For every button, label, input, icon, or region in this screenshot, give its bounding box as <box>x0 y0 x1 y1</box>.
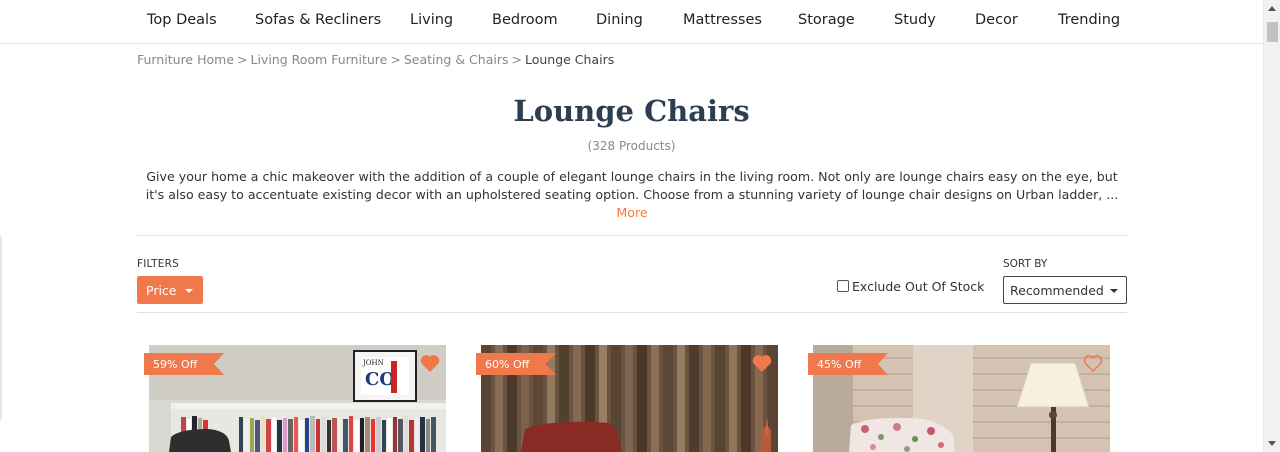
scroll-down-arrow-icon[interactable] <box>1264 435 1280 452</box>
exclude-out-of-stock-label: Exclude Out Of Stock <box>852 279 985 294</box>
nav-item-top-deals[interactable]: Top Deals <box>147 12 217 28</box>
breadcrumb: Furniture Home > Living Room Furniture > Sea… <box>137 52 614 67</box>
nav-item-sofas-recliners[interactable]: Sofas & Recliners <box>255 12 381 28</box>
price-filter-label: Price <box>146 283 177 298</box>
category-description: Give your home a chic makeover with the … <box>137 168 1127 222</box>
wishlist-heart-icon[interactable] <box>420 354 440 372</box>
discount-badge-text: 59% Off <box>153 358 198 371</box>
nav-item-trending[interactable]: Trending <box>1058 12 1120 28</box>
more-link[interactable]: More <box>616 205 647 220</box>
exclude-out-of-stock-checkbox[interactable] <box>837 280 849 292</box>
nav-item-decor[interactable]: Decor <box>975 12 1018 28</box>
top-navigation: Top Deals Sofas & Recliners Living Bedro… <box>0 0 1263 44</box>
nav-item-living[interactable]: Living <box>410 12 453 28</box>
wishlist-heart-icon[interactable] <box>752 354 772 372</box>
breadcrumb-furniture-home[interactable]: Furniture Home <box>137 52 234 67</box>
nav-item-dining[interactable]: Dining <box>596 12 643 28</box>
breadcrumb-seating-chairs[interactable]: Seating & Chairs <box>404 52 509 67</box>
discount-badge: 60% Off <box>476 353 556 375</box>
nav-item-storage[interactable]: Storage <box>798 12 855 28</box>
product-count: (328 Products) <box>587 139 676 153</box>
breadcrumb-separator: > <box>237 52 248 67</box>
divider <box>137 235 1127 236</box>
discount-badge-text: 60% Off <box>485 358 530 371</box>
filters-label: FILTERS <box>137 258 179 270</box>
caret-down-icon <box>185 289 193 293</box>
breadcrumb-separator: > <box>511 52 522 67</box>
svg-text:JOHN: JOHN <box>362 359 384 367</box>
exclude-out-of-stock-toggle[interactable]: Exclude Out Of Stock <box>837 279 984 294</box>
sort-by-select[interactable]: Recommended <box>1003 276 1127 304</box>
discount-badge-text: 45% Off <box>817 358 862 371</box>
discount-badge: 59% Off <box>144 353 224 375</box>
scroll-up-arrow-icon[interactable] <box>1264 0 1280 17</box>
sort-selected-value: Recommended <box>1010 283 1104 298</box>
breadcrumb-separator: > <box>390 52 401 67</box>
breadcrumb-current: Lounge Chairs <box>524 52 615 67</box>
caret-down-icon <box>1110 289 1118 293</box>
wishlist-heart-outline-icon[interactable] <box>1083 354 1103 372</box>
vertical-scrollbar[interactable] <box>1263 0 1280 452</box>
page-title: Lounge Chairs <box>513 94 750 128</box>
nav-item-mattresses[interactable]: Mattresses <box>683 12 762 28</box>
nav-item-bedroom[interactable]: Bedroom <box>492 12 558 28</box>
discount-badge: 45% Off <box>808 353 888 375</box>
left-edge-panel <box>0 236 2 420</box>
breadcrumb-living-room-furniture[interactable]: Living Room Furniture <box>251 52 388 67</box>
svg-text:CO: CO <box>365 369 395 390</box>
sort-by-label: SORT BY <box>1003 258 1048 270</box>
nav-item-study[interactable]: Study <box>894 12 936 28</box>
price-filter-button[interactable]: Price <box>137 276 203 304</box>
description-text: Give your home a chic makeover with the … <box>145 169 1119 202</box>
divider <box>137 312 1127 313</box>
scroll-thumb[interactable] <box>1267 22 1278 42</box>
